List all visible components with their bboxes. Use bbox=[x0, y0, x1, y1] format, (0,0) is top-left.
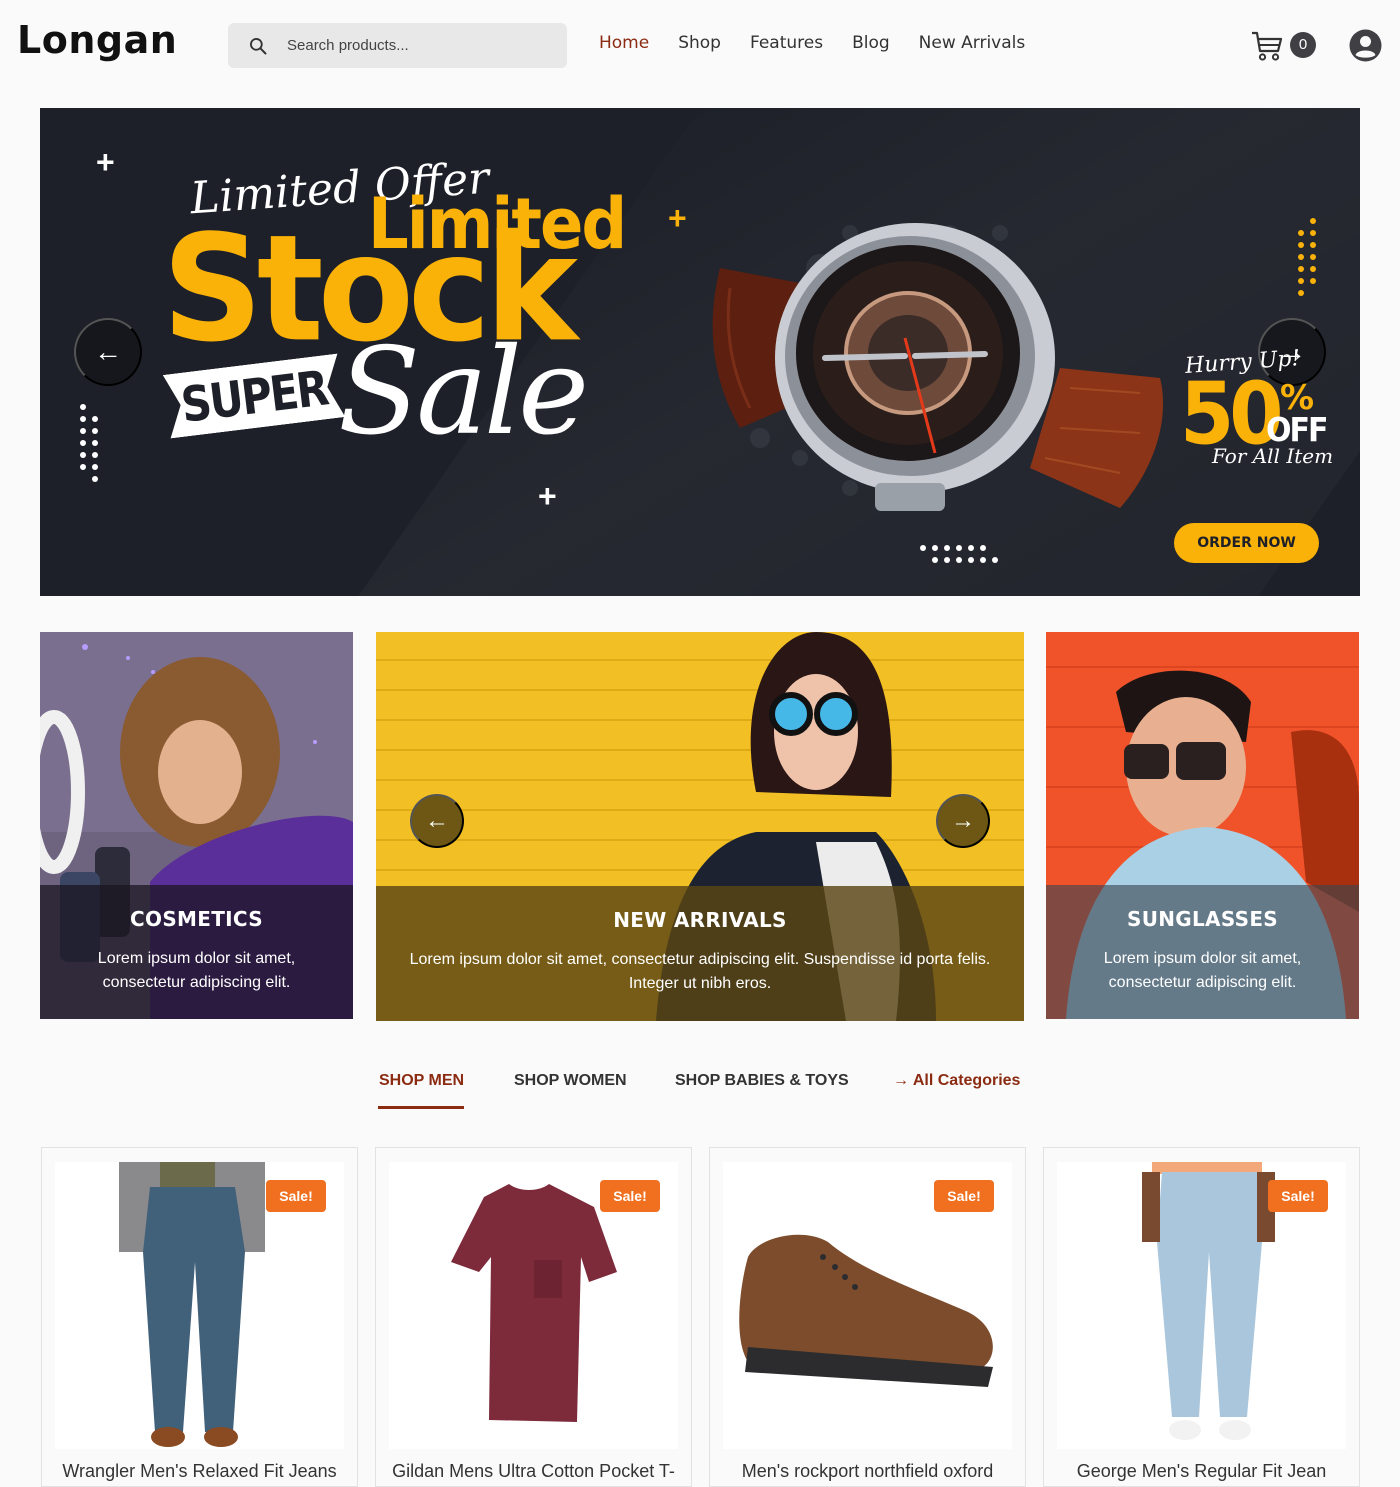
category-title: NEW ARRIVALS bbox=[613, 908, 787, 932]
product-image[interactable]: Sale! bbox=[1057, 1162, 1346, 1449]
account-icon[interactable] bbox=[1349, 29, 1382, 62]
nav-shop[interactable]: Shop bbox=[678, 33, 721, 53]
category-description: Lorem ipsum dolor sit amet, consectetur … bbox=[1103, 950, 1302, 991]
hero-script-sale: Sale bbox=[338, 323, 589, 462]
shop-tabs: SHOP MEN SHOP WOMEN SHOP BABIES & TOYS →… bbox=[0, 1072, 1400, 1112]
main-nav: Home Shop Features Blog New Arrivals bbox=[599, 33, 1054, 53]
category-prev-button[interactable]: ← bbox=[410, 794, 464, 848]
sale-badge: Sale! bbox=[600, 1180, 660, 1212]
tab-shop-babies-toys[interactable]: SHOP BABIES & TOYS bbox=[675, 1072, 849, 1090]
dots-decoration-icon bbox=[920, 545, 998, 563]
tab-shop-men[interactable]: SHOP MEN bbox=[379, 1072, 464, 1090]
nav-features[interactable]: Features bbox=[750, 33, 823, 53]
nav-new-arrivals[interactable]: New Arrivals bbox=[919, 33, 1026, 53]
active-tab-indicator bbox=[378, 1106, 464, 1109]
sale-badge: Sale! bbox=[266, 1180, 326, 1212]
site-header: Longan Home Shop Features Blog New Arriv… bbox=[0, 0, 1400, 90]
search-input[interactable] bbox=[287, 37, 537, 54]
logo[interactable]: Longan bbox=[17, 18, 177, 62]
category-card-cosmetics[interactable]: COSMETICS Lorem ipsum dolor sit amet, co… bbox=[40, 632, 353, 1019]
category-title: COSMETICS bbox=[130, 907, 263, 931]
hero-for-all-text: For All Item bbox=[1212, 444, 1334, 468]
product-card[interactable]: Sale! Men's rockport northfield oxford bbox=[709, 1147, 1026, 1487]
cart-count-badge: 0 bbox=[1290, 32, 1316, 58]
nav-blog[interactable]: Blog bbox=[852, 33, 890, 53]
order-now-button[interactable]: ORDER NOW bbox=[1174, 523, 1319, 563]
category-description: Lorem ipsum dolor sit amet, consectetur … bbox=[409, 951, 991, 992]
sale-badge: Sale! bbox=[934, 1180, 994, 1212]
hero-banner: + + + Limited Offer Limited Stock SUPER … bbox=[40, 108, 1360, 596]
product-image[interactable]: Sale! bbox=[55, 1162, 344, 1449]
tab-shop-women[interactable]: SHOP WOMEN bbox=[514, 1072, 627, 1090]
category-overlay: COSMETICS Lorem ipsum dolor sit amet, co… bbox=[40, 885, 353, 1019]
category-overlay: SUNGLASSES Lorem ipsum dolor sit amet, c… bbox=[1046, 885, 1359, 1019]
product-image[interactable]: Sale! bbox=[389, 1162, 678, 1449]
plus-decoration-icon: + bbox=[96, 144, 115, 180]
category-card-new-arrivals[interactable]: ← → NEW ARRIVALS Lorem ipsum dolor sit a… bbox=[376, 632, 1024, 1021]
category-overlay: NEW ARRIVALS Lorem ipsum dolor sit amet,… bbox=[376, 886, 1024, 1021]
plus-decoration-icon: + bbox=[668, 200, 687, 236]
dots-decoration-icon bbox=[1298, 218, 1316, 296]
dots-decoration-icon bbox=[80, 404, 98, 482]
category-card-sunglasses[interactable]: SUNGLASSES Lorem ipsum dolor sit amet, c… bbox=[1046, 632, 1359, 1019]
nav-home[interactable]: Home bbox=[599, 33, 649, 53]
product-card[interactable]: Sale! George Men's Regular Fit Jean bbox=[1043, 1147, 1360, 1487]
sale-badge: Sale! bbox=[1268, 1180, 1328, 1212]
hero-prev-button[interactable]: ← bbox=[74, 318, 142, 386]
plus-decoration-icon: + bbox=[538, 478, 557, 514]
category-next-button[interactable]: → bbox=[936, 794, 990, 848]
product-card[interactable]: Sale! Wrangler Men's Relaxed Fit Jeans bbox=[41, 1147, 358, 1487]
category-description: Lorem ipsum dolor sit amet, consectetur … bbox=[97, 950, 296, 991]
product-image[interactable]: Sale! bbox=[723, 1162, 1012, 1449]
product-card[interactable]: Sale! Gildan Mens Ultra Cotton Pocket T- bbox=[375, 1147, 692, 1487]
cart-icon[interactable] bbox=[1250, 30, 1284, 62]
search-bar[interactable] bbox=[228, 23, 567, 68]
category-title: SUNGLASSES bbox=[1127, 907, 1278, 931]
all-categories-link[interactable]: → All Categories bbox=[893, 1072, 1020, 1090]
search-icon bbox=[249, 37, 267, 54]
watch-image bbox=[712, 223, 1164, 511]
